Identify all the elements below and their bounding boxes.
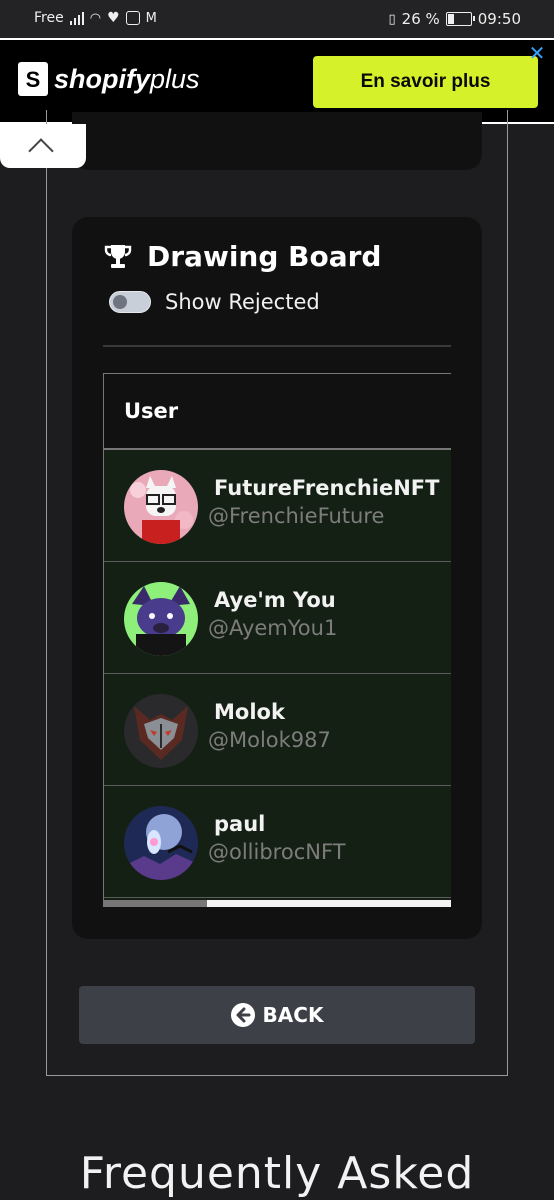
card-header: Drawing Board: [103, 240, 381, 273]
show-rejected-row[interactable]: Show Rejected: [109, 290, 320, 314]
shopify-bag-icon: S: [18, 62, 48, 96]
show-rejected-toggle[interactable]: [109, 291, 151, 313]
gmail-icon: M: [145, 10, 157, 26]
ad-brand-text: shopifyplus: [54, 64, 200, 95]
clock: 09:50: [477, 10, 521, 28]
avatar: [124, 694, 198, 768]
user-name: Molok: [214, 700, 285, 724]
shopify-logo: S shopifyplus: [18, 62, 200, 96]
trophy-icon: [104, 244, 132, 268]
table-row[interactable]: paul @ollibrocNFT: [104, 786, 451, 898]
users-table: User FutureFrenchieNFT @FrenchieFuture A…: [103, 373, 451, 907]
instagram-icon: [125, 11, 140, 25]
table-row[interactable]: FutureFrenchieNFT @FrenchieFuture: [104, 450, 451, 562]
vibrate-icon: ▯: [388, 11, 396, 27]
avatar: [124, 582, 198, 656]
arrow-left-circle-icon: [230, 1003, 255, 1027]
faq-heading: Frequently Asked: [79, 1148, 475, 1199]
battery-percent: 26 %: [401, 10, 440, 28]
status-right: ▯ 26 % 09:50: [389, 10, 522, 28]
ad-close-icon[interactable]: ✕: [526, 42, 548, 64]
wifi-icon: ◠: [89, 10, 102, 26]
table-horizontal-scrollbar[interactable]: [103, 900, 451, 907]
ad-cta-button[interactable]: En savoir plus: [313, 56, 538, 108]
status-bar: Free ◠ ♥ M ▯ 26 % 09:50: [0, 0, 554, 38]
divider: [103, 345, 451, 347]
signal-icon: [69, 11, 84, 25]
table-header: User: [104, 374, 451, 450]
chevron-up-icon: [28, 138, 54, 164]
table-row[interactable]: Aye'm You @AyemYou1: [104, 562, 451, 674]
user-handle[interactable]: @AyemYou1: [208, 616, 337, 640]
carrier-label: Free: [34, 10, 64, 26]
user-handle[interactable]: @Molok987: [208, 728, 331, 752]
user-handle[interactable]: @ollibrocNFT: [208, 840, 346, 864]
back-label: BACK: [262, 1003, 324, 1027]
table-row[interactable]: Molok @Molok987: [104, 674, 451, 786]
previous-card: [72, 112, 482, 170]
card-title: Drawing Board: [147, 240, 382, 273]
ad-brand-suffix: plus: [150, 63, 200, 94]
user-name: FutureFrenchieNFT: [214, 476, 440, 500]
avatar: [124, 470, 198, 544]
column-header-user: User: [124, 399, 179, 423]
battery-icon: [445, 12, 475, 26]
avatar: [124, 806, 198, 880]
heart-icon: ♥: [107, 10, 120, 26]
status-left: Free ◠ ♥ M: [34, 10, 157, 26]
user-name: paul: [214, 812, 266, 836]
user-name: Aye'm You: [214, 588, 336, 612]
scrollbar-thumb[interactable]: [103, 900, 207, 907]
ad-brand-name: shopify: [54, 63, 151, 94]
user-handle[interactable]: @FrenchieFuture: [208, 504, 384, 528]
back-button[interactable]: BACK: [79, 986, 475, 1044]
show-rejected-label: Show Rejected: [165, 290, 320, 314]
collapse-ad-tab[interactable]: [0, 124, 86, 168]
